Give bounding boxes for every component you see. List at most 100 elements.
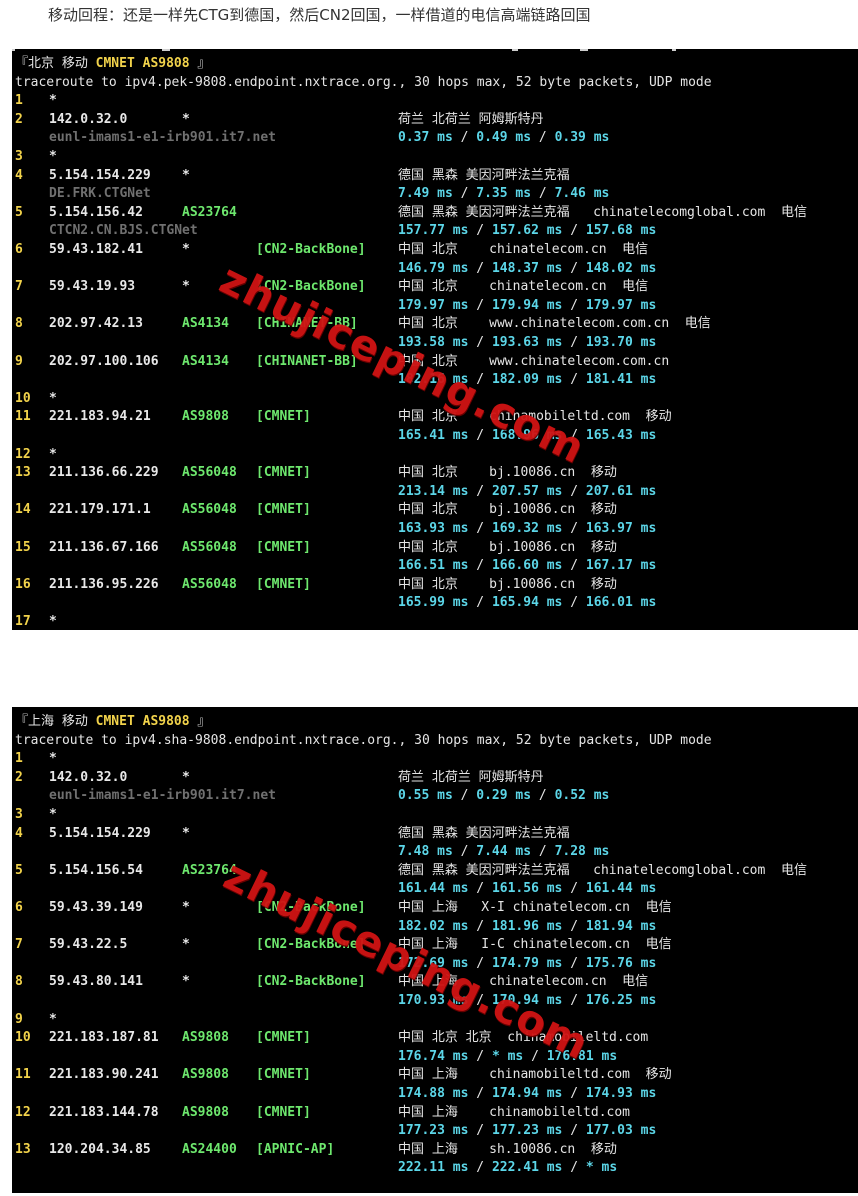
rtt-separator: /: [531, 186, 555, 202]
hop-number: 17: [15, 614, 31, 629]
rtt-value: 166.60 ms: [491, 558, 563, 574]
rtt-separator: /: [562, 335, 586, 350]
hop-rtt: 0.37 ms / 0.49 ms / 0.39 ms: [398, 129, 609, 148]
hop-row: 6 59.43.182.41 * [CN2-BackBone] 中国 北京 chinat…: [12, 241, 858, 260]
hop-number: 4: [15, 825, 23, 841]
rtt-value: 176.74 ms: [398, 1048, 469, 1064]
hop-network-tag: [CN2-BackBone]: [256, 974, 366, 990]
hop-geo: 中国 北京 bj.10086.cn 移动: [398, 502, 617, 518]
hop-ip: 211.136.66.229: [49, 465, 159, 481]
rtt-separator: /: [468, 483, 492, 499]
hop-asn: AS9808: [182, 1104, 229, 1120]
hop-ip: 221.183.144.78: [49, 1104, 159, 1120]
rtt-separator: /: [562, 1086, 586, 1101]
hop-network-tag: [CMNET]: [256, 1030, 311, 1046]
hop-geo: 荷兰 北荷兰 阿姆斯特丹: [398, 769, 544, 785]
header-prefix: 『上海 移动: [15, 714, 96, 729]
hop-row: 12 *: [12, 446, 858, 465]
hop-detail-row: 165.99 ms / 165.94 ms / 166.01 ms: [12, 594, 858, 613]
header-network: CMNET AS9808: [95, 56, 190, 71]
terminal-screenshot-shanghai: 『上海 移动 CMNET AS9808 』 traceroute to ipv4.…: [12, 707, 858, 1193]
hop-number: 8: [15, 316, 23, 332]
hop-number: 2: [15, 111, 23, 127]
hop-network-tag: [CMNET]: [256, 465, 311, 481]
hop-network-tag: [CMNET]: [256, 409, 311, 425]
hop-asn: *: [182, 769, 190, 785]
rtt-value: 161.44 ms: [585, 881, 657, 897]
rtt-value: 181.96 ms: [491, 918, 563, 934]
trace-header: 『上海 移动 CMNET AS9808 』: [12, 713, 858, 732]
rtt-value: 179.97 ms: [585, 297, 657, 313]
hop-row: 12 221.183.144.78 AS9808 [CMNET] 中国 上海 china…: [12, 1104, 858, 1123]
rtt-separator: /: [562, 1160, 586, 1176]
hop-number: 12: [15, 1104, 31, 1120]
hop-geo: 中国 上海 chinamobileltd.com: [398, 1104, 631, 1120]
rtt-value: 148.37 ms: [491, 260, 563, 276]
hop-number: 5: [15, 862, 23, 878]
rtt-separator: /: [468, 297, 492, 313]
hop-asn: AS56048: [182, 502, 237, 518]
rtt-separator: /: [468, 558, 492, 574]
hop-geo: 中国 上海 sh.10086.cn 移动: [398, 1141, 617, 1157]
hop-number: 7: [15, 279, 23, 295]
hop-hostname: eunl-imams1-e1-irb901.it7.net: [49, 788, 276, 804]
hop-row: 11 221.183.90.241 AS9808 [CMNET] 中国 上海 china…: [12, 1066, 858, 1085]
hop-hostname: eunl-imams1-e1-irb901.it7.net: [49, 130, 276, 146]
rtt-value: 165.94 ms: [491, 595, 563, 611]
hop-ip: 221.183.90.241: [49, 1067, 159, 1083]
rtt-separator: /: [468, 335, 492, 350]
hop-detail-row: 182.02 ms / 181.96 ms / 181.94 ms: [12, 918, 858, 937]
hop-detail-row: 177.23 ms / 177.23 ms / 177.03 ms: [12, 1122, 858, 1141]
rtt-value: 169.32 ms: [491, 521, 563, 536]
hop-row: 3 *: [12, 806, 858, 825]
cropped-top-line: [12, 49, 858, 53]
article-caption: 移动回程：还是一样先CTG到德国，然后CN2回国，一样借道的电信高端链路回国: [48, 6, 591, 24]
header-text: 『上海 移动 CMNET AS9808 』: [15, 713, 210, 732]
hop-network-tag: [CMNET]: [256, 1067, 311, 1083]
header-network: CMNET AS9808: [95, 714, 190, 729]
rtt-value: 7.49 ms: [398, 186, 453, 202]
hop-number: 8: [15, 974, 23, 990]
rtt-value: 165.99 ms: [398, 595, 469, 611]
rtt-value: 0.37 ms: [398, 130, 453, 146]
rtt-separator: /: [562, 260, 586, 276]
hop-geo: 中国 北京 chinatelecom.cn 电信: [398, 242, 649, 257]
rtt-separator: /: [562, 955, 586, 971]
hop-network-tag: [CMNET]: [256, 1104, 311, 1120]
hop-geo: 中国 上海 X-I chinatelecom.cn 电信: [398, 900, 672, 915]
hop-number: 16: [15, 576, 31, 592]
hop-row: 15 211.136.67.166 AS56048 [CMNET] 中国 北京 bj.1…: [12, 539, 858, 558]
hop-hostname: DE.FRK.CTGNet: [49, 186, 151, 202]
hop-number: 10: [15, 1030, 31, 1046]
rtt-value: 0.29 ms: [476, 788, 532, 804]
rtt-value: 165.41 ms: [398, 428, 469, 443]
hop-geo: 中国 北京 www.chinatelecom.com.cn 电信: [398, 316, 711, 332]
hop-rtt: 7.48 ms / 7.44 ms / 7.28 ms: [398, 843, 609, 862]
hop-row: 2 142.0.32.0 * 荷兰 北荷兰 阿姆斯特丹: [12, 111, 858, 130]
rtt-value: 161.44 ms: [398, 881, 469, 897]
hop-geo: 德国 黑森 美因河畔法兰克福 chinatelecomglobal.com 电信: [398, 862, 807, 878]
hop-row: 5 5.154.156.42 AS23764 德国 黑森 美因河畔法兰克福 china…: [12, 204, 858, 223]
hop-ip: 211.136.67.166: [49, 539, 159, 555]
rtt-value: 7.44 ms: [476, 844, 532, 860]
hop-timeout: *: [49, 149, 57, 164]
hop-ip: 221.179.171.1: [49, 502, 151, 518]
hop-network-tag: [CMNET]: [256, 502, 311, 518]
hop-ip: 221.183.94.21: [49, 409, 151, 425]
rtt-value: 0.55 ms: [398, 788, 453, 804]
rtt-value: 174.88 ms: [398, 1086, 469, 1101]
hop-number: 1: [15, 751, 23, 767]
hop-ip: 221.183.187.81: [49, 1030, 159, 1046]
hop-detail-row: 174.88 ms / 174.94 ms / 174.93 ms: [12, 1085, 858, 1104]
rtt-value: 174.93 ms: [585, 1086, 657, 1101]
hop-asn: *: [182, 279, 190, 295]
hop-number: 13: [15, 465, 31, 481]
hop-row: 4 5.154.154.229 * 德国 黑森 美因河畔法兰克福: [12, 167, 858, 186]
rtt-value: 0.39 ms: [554, 130, 610, 146]
hop-rtt: 213.14 ms / 207.57 ms / 207.61 ms: [398, 483, 656, 502]
hop-detail-row: 179.97 ms / 179.94 ms / 179.97 ms: [12, 297, 858, 316]
rtt-separator: /: [562, 595, 586, 611]
rtt-value: 166.01 ms: [585, 595, 657, 611]
terminal-screenshot-beijing: 『北京 移动 CMNET AS9808 』 traceroute to ipv4.…: [12, 49, 858, 630]
hop-geo: 中国 北京 bj.10086.cn 移动: [398, 576, 617, 592]
